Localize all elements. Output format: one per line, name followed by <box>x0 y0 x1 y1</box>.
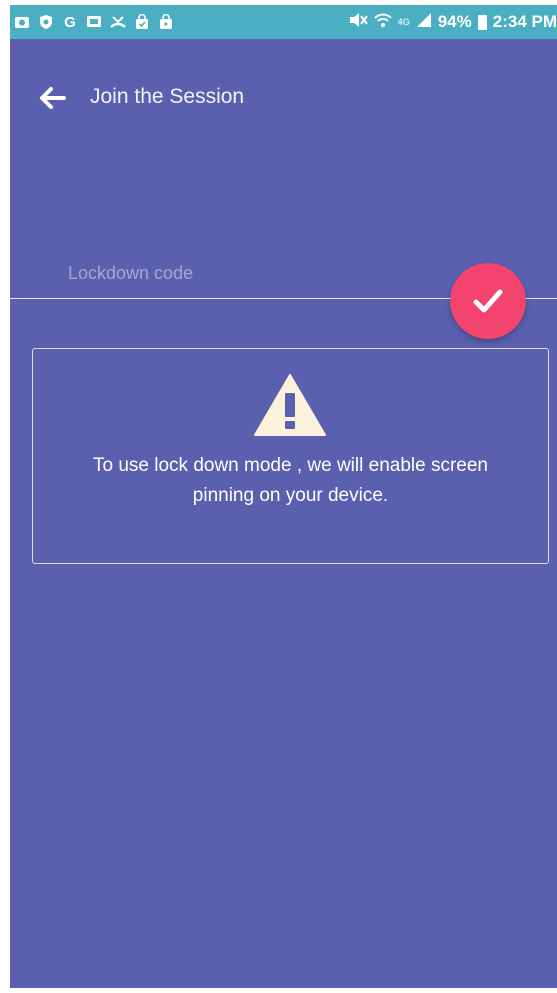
mute-icon <box>348 12 368 33</box>
check-icon <box>473 289 503 313</box>
google-icon: G <box>64 13 76 31</box>
screenshot-icon <box>86 14 102 30</box>
notice-message: To use lock down mode , we will enable s… <box>93 455 488 506</box>
submit-button[interactable] <box>450 263 526 339</box>
system-status: 4G 94% 2:34 PM <box>348 5 557 39</box>
wifi-icon <box>374 12 392 33</box>
shield-icon <box>38 14 54 30</box>
status-bar: G 4G 94% 2:34 PM <box>10 5 557 39</box>
bag-icon <box>134 14 150 30</box>
battery-icon <box>477 14 487 30</box>
app-screen: G 4G 94% 2:34 PM Join the Session Lockdo… <box>10 5 557 988</box>
notification-icons: G <box>10 13 174 31</box>
missed-call-icon <box>110 14 126 30</box>
clock: 2:34 PM <box>492 12 557 31</box>
page-title: Join the Session <box>90 85 245 108</box>
signal-icon <box>416 12 432 33</box>
warning-icon <box>254 374 326 436</box>
bag-play-icon <box>158 14 174 30</box>
arrow-left-icon <box>40 87 66 109</box>
battery-percent: 94% <box>437 12 472 31</box>
lockdown-notice: To use lock down mode , we will enable s… <box>32 348 549 564</box>
lte-icon: 4G <box>397 17 410 27</box>
back-button[interactable] <box>36 83 68 113</box>
camera-icon <box>14 14 30 30</box>
lockdown-code-input[interactable] <box>68 255 448 291</box>
